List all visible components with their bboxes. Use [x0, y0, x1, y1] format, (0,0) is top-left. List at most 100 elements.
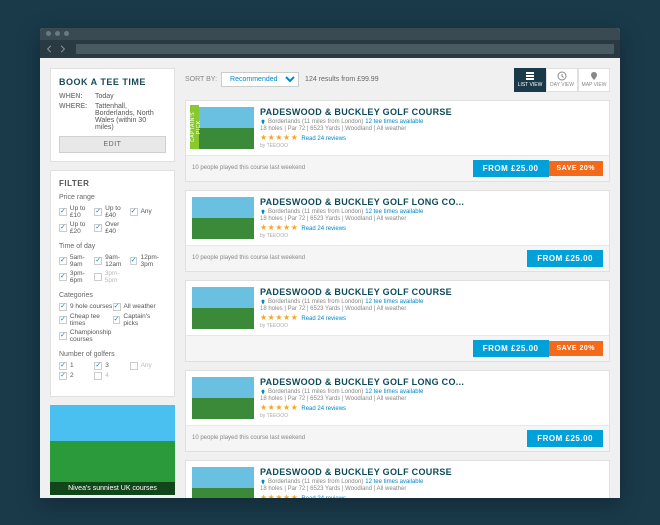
filter-option[interactable]: Captain's picks — [113, 313, 167, 327]
checkbox-icon — [59, 316, 67, 324]
option-label: Captain's picks — [123, 313, 166, 327]
checkbox-icon — [113, 303, 121, 311]
pin-icon — [260, 389, 266, 395]
filter-option[interactable]: Up to £40 — [94, 205, 129, 219]
read-reviews-link[interactable]: Read 24 reviews — [301, 406, 346, 412]
course-thumbnail — [192, 377, 254, 419]
filter-option[interactable]: All weather — [113, 303, 167, 311]
course-location: Borderlands (11 miles from London) 12 te… — [260, 119, 603, 125]
tee-times-link[interactable]: 12 tee times available — [365, 389, 423, 395]
tee-times-link[interactable]: 12 tee times available — [365, 209, 423, 215]
filter-option[interactable]: Up to £20 — [59, 221, 94, 235]
promo-banner[interactable]: Nivea's sunniest UK courses — [50, 405, 175, 495]
url-field[interactable] — [76, 44, 614, 54]
price-button[interactable]: FROM £25.00 — [473, 340, 549, 357]
tee-times-link[interactable]: 12 tee times available — [365, 479, 423, 485]
filter-option[interactable]: Championship courses — [59, 329, 113, 343]
filter-option[interactable]: 2 — [59, 372, 94, 380]
checkbox-icon — [59, 332, 67, 340]
option-label: 9 hole courses — [70, 303, 112, 310]
back-icon[interactable] — [46, 45, 54, 53]
course-location: Borderlands (11 miles from London) 12 te… — [260, 209, 603, 215]
checkbox-icon — [59, 224, 67, 232]
filter-option[interactable]: 3pm-5pm — [94, 270, 129, 284]
filter-title: FILTER — [59, 179, 166, 188]
played-count: 10 people played this course last weeken… — [192, 255, 527, 261]
sort-control: SORT BY: Recommended — [185, 72, 299, 87]
read-reviews-link[interactable]: Read 24 reviews — [301, 226, 346, 232]
filter-option[interactable]: 9am-12am — [94, 254, 129, 268]
filter-option[interactable]: 3pm-6pm — [59, 270, 94, 284]
price-button[interactable]: FROM £25.00 — [527, 250, 603, 267]
course-listing[interactable]: PADESWOOD & BUCKLEY GOLF COURSEBorderlan… — [185, 460, 610, 498]
filter-option[interactable]: 1 — [59, 362, 94, 370]
map-view-button[interactable]: MAP VIEW — [578, 68, 610, 92]
main-column: SORT BY: Recommended 124 results from £9… — [185, 58, 620, 498]
read-reviews-link[interactable]: Read 24 reviews — [301, 316, 346, 322]
forward-icon[interactable] — [58, 45, 66, 53]
course-title: PADESWOOD & BUCKLEY GOLF COURSE — [260, 107, 603, 117]
checkbox-icon — [113, 316, 121, 324]
window-dot — [55, 31, 60, 36]
course-location: Borderlands (11 miles from London) 12 te… — [260, 389, 603, 395]
when-value: Today — [95, 93, 166, 100]
filter-option[interactable]: 5am-9am — [59, 254, 94, 268]
filter-option[interactable]: Over £40 — [94, 221, 129, 235]
window-dot — [46, 31, 51, 36]
filter-option[interactable]: Any — [130, 205, 165, 219]
view-label: MAP VIEW — [582, 82, 607, 88]
option-label: 12pm-3pm — [140, 254, 164, 268]
filter-time: Time of day 5am-9am9am-12am12pm-3pm3pm-6… — [59, 243, 166, 284]
read-reviews-link[interactable]: Read 24 reviews — [301, 496, 346, 498]
course-title: PADESWOOD & BUCKLEY GOLF LONG CO... — [260, 377, 603, 387]
option-label: 3pm-5pm — [105, 270, 130, 284]
course-location: Borderlands (11 miles from London) 12 te… — [260, 479, 603, 485]
course-listing[interactable]: PADESWOOD & BUCKLEY GOLF COURSE Borderlan… — [185, 280, 610, 362]
course-thumbnail — [192, 197, 254, 239]
course-meta: 18 holes | Par 72 | 6523 Yards | Woodlan… — [260, 126, 603, 132]
option-label: Over £40 — [105, 221, 129, 235]
course-title: PADESWOOD & BUCKLEY GOLF LONG CO... — [260, 197, 603, 207]
where-value: Tattenhall, Borderlands, North Wales (wi… — [95, 103, 166, 131]
read-reviews-link[interactable]: Read 24 reviews — [301, 136, 346, 142]
course-title: PADESWOOD & BUCKLEY GOLF COURSE — [260, 287, 603, 297]
played-count: 10 people played this course last weeken… — [192, 165, 473, 171]
provider-label: by TEEOOO — [260, 323, 603, 329]
sort-label: SORT BY: — [185, 76, 217, 83]
list-view-button[interactable]: LIST VIEW — [514, 68, 546, 92]
tee-times-link[interactable]: 12 tee times available — [365, 299, 423, 305]
filter-option[interactable]: Cheap tee times — [59, 313, 113, 327]
course-listing[interactable]: PADESWOOD & BUCKLEY GOLF LONG CO... Borde… — [185, 370, 610, 452]
filter-option[interactable]: 9 hole courses — [59, 303, 113, 311]
filter-option[interactable]: 4 — [94, 372, 129, 380]
option-label: Up to £40 — [105, 205, 129, 219]
provider-label: by TEEOOO — [260, 233, 603, 239]
option-label: 4 — [105, 372, 109, 379]
checkbox-icon — [130, 257, 138, 265]
price-button[interactable]: FROM £25.00 — [527, 430, 603, 447]
filter-section-title: Categories — [59, 292, 166, 299]
sort-select[interactable]: Recommended — [221, 72, 299, 87]
filter-option[interactable]: 12pm-3pm — [130, 254, 165, 268]
day-view-button[interactable]: DAY VIEW — [546, 68, 578, 92]
filter-option[interactable]: Any — [130, 362, 165, 370]
option-label: Any — [141, 362, 152, 369]
tee-times-link[interactable]: 12 tee times available — [365, 119, 423, 125]
edit-button[interactable]: EDIT — [59, 136, 166, 153]
course-listing[interactable]: CAPTAIN'S PICKPADESWOOD & BUCKLEY GOLF C… — [185, 100, 610, 182]
window-chrome — [40, 28, 620, 40]
view-label: LIST VIEW — [518, 82, 543, 88]
filter-option[interactable]: Up to £10 — [59, 205, 94, 219]
browser-window: BOOK A TEE TIME WHEN:Today WHERE:Tattenh… — [40, 28, 620, 498]
filter-panel: FILTER Price range Up to £10Up to £40Any… — [50, 170, 175, 397]
course-location: Borderlands (11 miles from London) 12 te… — [260, 299, 603, 305]
course-listing[interactable]: PADESWOOD & BUCKLEY GOLF LONG CO... Borde… — [185, 190, 610, 272]
course-thumbnail — [192, 467, 254, 498]
option-label: 5am-9am — [70, 254, 94, 268]
price-button[interactable]: FROM £25.00 — [473, 160, 549, 177]
book-title: BOOK A TEE TIME — [59, 77, 166, 87]
filter-option[interactable]: 3 — [94, 362, 129, 370]
star-rating: ★★★★★ — [260, 133, 298, 142]
checkbox-icon — [94, 224, 102, 232]
checkbox-icon — [59, 372, 67, 380]
